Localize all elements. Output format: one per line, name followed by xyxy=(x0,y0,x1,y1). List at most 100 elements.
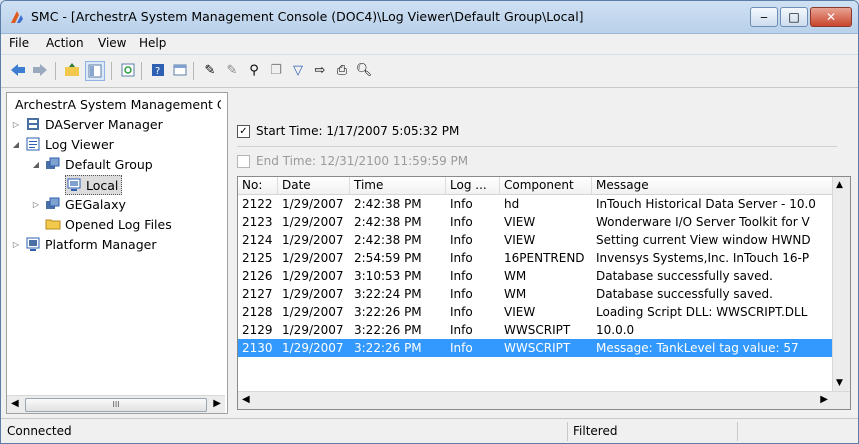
cell-time: 2:42:38 PM xyxy=(354,215,422,229)
log-horizontal-scrollbar[interactable]: ◀ ▶ xyxy=(238,391,850,409)
tree-horizontal-scrollbar[interactable]: ◀ III ▶ xyxy=(7,395,225,413)
cell-time: 3:22:26 PM xyxy=(354,341,422,355)
log-vertical-scrollbar[interactable]: ▲ ▼ xyxy=(832,177,850,391)
scroll-left-icon[interactable]: ◀ xyxy=(11,398,19,409)
cell-date: 1/29/2007 xyxy=(282,341,344,355)
log-row[interactable]: 2128 1/29/2007 3:22:26 PM Info VIEW Loading S… xyxy=(238,303,834,321)
back-arrow-icon[interactable] xyxy=(9,61,27,79)
cell-component: WWSCRIPT xyxy=(504,341,571,355)
group-icon xyxy=(46,197,60,209)
server-icon xyxy=(27,118,39,130)
show-hide-tree-icon[interactable] xyxy=(85,61,105,81)
log-viewer-icon xyxy=(26,137,40,151)
log-row[interactable]: 2122 1/29/2007 2:42:38 PM Info hd InTouch His… xyxy=(238,195,834,213)
cell-component: hd xyxy=(504,197,520,211)
computer-icon xyxy=(67,178,81,191)
cell-log-flag: Info xyxy=(450,215,473,229)
group-icon xyxy=(46,157,60,169)
collapse-icon[interactable]: ◢ xyxy=(11,140,21,149)
collapse-icon[interactable]: ◢ xyxy=(31,160,41,169)
maximize-button[interactable]: □ xyxy=(780,7,808,27)
title-bar[interactable]: SMC - [ArchestrA System Management Conso… xyxy=(1,1,858,34)
export-icon[interactable]: ⇨ xyxy=(311,61,329,79)
cell-log-flag: Info xyxy=(450,197,473,211)
cell-message: Setting current View window HWND xyxy=(596,233,811,247)
cell-no: 2125 xyxy=(242,251,273,265)
scroll-right-icon[interactable]: ▶ xyxy=(213,398,221,409)
tree-node-label: Default Group xyxy=(65,156,153,172)
tree-node-label: Log Viewer xyxy=(45,136,114,152)
tree-node-platform-manager[interactable]: ▷ Platform Manager xyxy=(11,235,157,253)
tree-node-gegalaxy[interactable]: ▷ GEGalaxy xyxy=(31,195,126,213)
expand-icon[interactable]: ▷ xyxy=(31,200,41,209)
column-header-log-flag[interactable]: Log ... xyxy=(446,177,500,194)
tree-node-default-group[interactable]: ◢ Default Group xyxy=(31,155,153,173)
column-header-date[interactable]: Date xyxy=(278,177,350,194)
cell-date: 1/29/2007 xyxy=(282,233,344,247)
log-list-header: No: Date Time Log ... Component Message xyxy=(238,177,834,195)
column-header-no[interactable]: No: xyxy=(238,177,278,194)
message-filter-icon[interactable]: ✎ xyxy=(201,61,219,79)
log-row[interactable]: 2130 1/29/2007 3:22:26 PM Info WWSCRIPT Messa… xyxy=(238,339,834,357)
start-time-checkbox[interactable]: ✓ xyxy=(237,124,250,138)
cell-component: VIEW xyxy=(504,233,536,247)
close-icon: ✕ xyxy=(825,10,837,24)
scroll-right-icon[interactable]: ▶ xyxy=(820,394,828,405)
status-filter: Filtered xyxy=(573,424,618,438)
tree-node-daserver-manager[interactable]: ▷ DAServer Manager xyxy=(11,115,163,133)
cell-date: 1/29/2007 xyxy=(282,269,344,283)
help-icon[interactable]: ? xyxy=(149,61,167,79)
find-icon[interactable]: ⚲ xyxy=(245,61,263,79)
menu-file[interactable]: File xyxy=(9,36,29,50)
print-icon[interactable]: ⎙ xyxy=(333,61,351,79)
tree-node-opened-log-files[interactable]: Opened Log Files xyxy=(45,215,172,233)
expand-icon[interactable]: ▷ xyxy=(11,240,21,249)
tree-node-local[interactable]: Local xyxy=(65,175,123,195)
menu-view[interactable]: View xyxy=(98,36,126,50)
column-header-time[interactable]: Time xyxy=(350,177,446,194)
console-tree[interactable]: ArchestrA System Management Console ▷ DA… xyxy=(6,92,228,414)
scroll-thumb[interactable]: III xyxy=(25,398,207,412)
end-time-checkbox[interactable] xyxy=(237,154,250,168)
marker-icon[interactable]: ✎ xyxy=(223,61,241,79)
column-header-component[interactable]: Component xyxy=(500,177,592,194)
tree-node-archestra[interactable]: ArchestrA System Management Console xyxy=(11,95,221,113)
scroll-down-icon[interactable]: ▼ xyxy=(836,378,843,388)
copy-icon[interactable]: ❐ xyxy=(267,61,285,79)
scroll-left-icon[interactable]: ◀ xyxy=(242,394,250,405)
cell-log-flag: Info xyxy=(450,269,473,283)
status-connection: Connected xyxy=(7,424,72,438)
minimize-button[interactable]: ‒ xyxy=(750,7,778,27)
cell-time: 3:22:24 PM xyxy=(354,287,422,301)
log-row[interactable]: 2123 1/29/2007 2:42:38 PM Info VIEW Wonderwar… xyxy=(238,213,834,231)
cell-message: Loading Script DLL: WWSCRIPT.DLL xyxy=(596,305,808,319)
properties-icon[interactable] xyxy=(171,61,189,79)
scroll-up-icon[interactable]: ▲ xyxy=(836,180,843,190)
log-row[interactable]: 2124 1/29/2007 2:42:38 PM Info VIEW Setting c… xyxy=(238,231,834,249)
log-row[interactable]: 2126 1/29/2007 3:10:53 PM Info WM Database su… xyxy=(238,267,834,285)
tree-node-label: Platform Manager xyxy=(45,236,157,252)
log-row[interactable]: 2125 1/29/2007 2:54:59 PM Info 16PENTREND Inv… xyxy=(238,249,834,267)
log-row[interactable]: 2129 1/29/2007 3:22:26 PM Info WWSCRIPT 10.0.… xyxy=(238,321,834,339)
menu-help[interactable]: Help xyxy=(139,36,166,50)
log-message-list[interactable]: No: Date Time Log ... Component Message … xyxy=(237,176,851,410)
tree-node-log-viewer[interactable]: ◢ Log Viewer xyxy=(11,135,114,153)
log-row[interactable]: 2127 1/29/2007 3:22:24 PM Info WM Database su… xyxy=(238,285,834,303)
expand-icon[interactable]: ▷ xyxy=(11,120,21,129)
refresh-icon[interactable] xyxy=(119,61,137,79)
tree-node-label: Local xyxy=(86,177,119,193)
filter-icon[interactable]: ▽ xyxy=(289,61,307,79)
print-preview-icon[interactable]: 🔍︎ xyxy=(355,61,373,79)
cell-no: 2124 xyxy=(242,233,273,247)
cell-time: 3:22:26 PM xyxy=(354,323,422,337)
status-bar: Connected Filtered xyxy=(1,418,858,443)
column-header-message[interactable]: Message xyxy=(592,177,834,194)
menu-action[interactable]: Action xyxy=(46,36,84,50)
end-time-filter[interactable]: End Time: 12/31/2100 11:59:59 PM xyxy=(237,152,657,170)
close-button[interactable]: ✕ xyxy=(810,7,852,27)
up-folder-icon[interactable] xyxy=(63,61,81,79)
window-title: SMC - [ArchestrA System Management Conso… xyxy=(31,9,584,24)
forward-arrow-icon[interactable] xyxy=(31,61,49,79)
start-time-filter[interactable]: ✓ Start Time: 1/17/2007 5:05:32 PM xyxy=(237,122,657,140)
cell-no: 2126 xyxy=(242,269,273,283)
